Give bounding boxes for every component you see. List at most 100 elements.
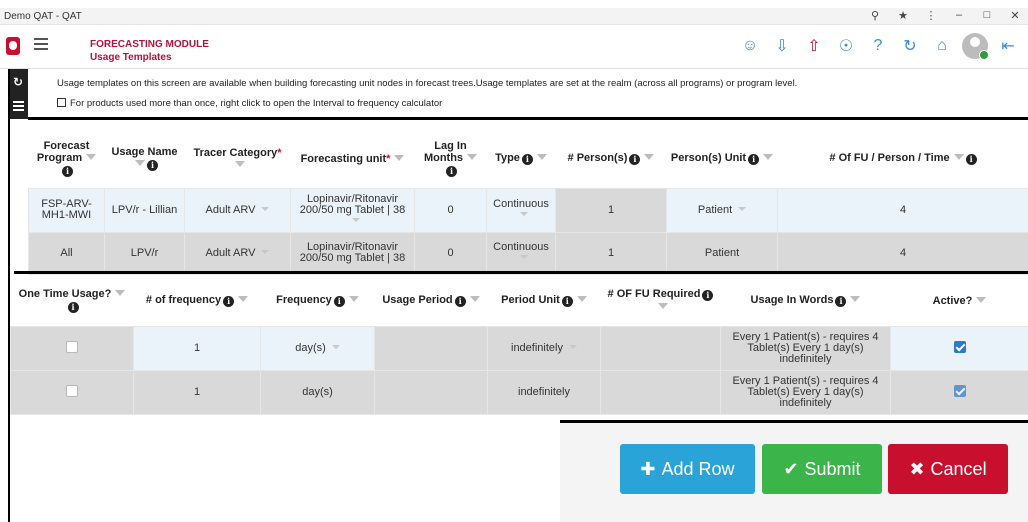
filter-icon[interactable] bbox=[576, 296, 587, 303]
help-icon[interactable]: ? bbox=[866, 34, 890, 58]
chevron-down-icon[interactable] bbox=[520, 212, 528, 216]
filter-icon[interactable] bbox=[644, 154, 655, 161]
minimize-icon[interactable]: – bbox=[952, 9, 966, 22]
filter-icon[interactable] bbox=[536, 154, 547, 161]
chevron-down-icon[interactable] bbox=[331, 344, 340, 349]
pin-icon[interactable]: ★ bbox=[896, 9, 910, 22]
user-guide-icon[interactable]: ☺ bbox=[738, 34, 762, 58]
menu-icon[interactable] bbox=[34, 38, 48, 50]
cell-usage-name[interactable]: LPV/r - Lillian bbox=[104, 187, 185, 233]
table-row[interactable]: 1 day(s) indefinitely Every 1 Patient(s)… bbox=[10, 369, 1028, 415]
cloud-download-icon[interactable]: ⇩ bbox=[770, 34, 794, 58]
filter-icon[interactable] bbox=[850, 296, 861, 303]
col-period-unit[interactable]: Period Unit i bbox=[488, 276, 601, 326]
col-tracer[interactable]: Tracer Category* bbox=[185, 130, 291, 188]
table-row[interactable]: All LPV/r Adult ARV Lopinavir/Ritonavir … bbox=[28, 231, 1028, 275]
cell-lag[interactable]: 0 bbox=[414, 187, 487, 233]
info-icon: i bbox=[147, 160, 158, 172]
divider bbox=[14, 271, 1028, 274]
cell-fu[interactable]: Lopinavir/Ritonavir 200/50 mg Tablet | 3… bbox=[290, 187, 415, 233]
info-icon: i bbox=[333, 296, 345, 308]
cell-type[interactable]: Continuous bbox=[486, 187, 556, 233]
filter-icon[interactable] bbox=[135, 160, 145, 167]
list-icon[interactable] bbox=[13, 101, 24, 111]
cancel-button[interactable]: ✖ Cancel bbox=[888, 444, 1008, 494]
one-time-checkbox[interactable] bbox=[66, 340, 78, 353]
cell-tracer[interactable]: Adult ARV bbox=[184, 187, 291, 233]
cell-one-time[interactable] bbox=[10, 325, 134, 371]
info-text-2-label: For products used more than once, right … bbox=[70, 98, 443, 109]
cell-program[interactable]: FSP-ARV-MH1-MWI bbox=[28, 187, 105, 233]
info-text-1: Usage templates on this screen are avail… bbox=[57, 78, 798, 89]
filter-icon[interactable] bbox=[763, 154, 774, 161]
logout-icon[interactable]: ⇤ bbox=[996, 34, 1020, 58]
col-usage-period[interactable]: Usage Period i bbox=[375, 276, 488, 326]
col-freq[interactable]: Frequency i bbox=[261, 276, 375, 326]
col-lag[interactable]: Lag In Monthsi bbox=[415, 130, 487, 188]
col-one-time[interactable]: One Time Usage?i bbox=[11, 276, 134, 326]
filter-icon[interactable] bbox=[238, 296, 249, 303]
window-controls: ⚲ ★ ⋮ – □ ✕ bbox=[868, 9, 1022, 22]
calculator-icon bbox=[57, 98, 66, 107]
qat-logo-icon[interactable] bbox=[6, 37, 20, 55]
col-type[interactable]: Type i bbox=[487, 130, 556, 188]
filter-icon[interactable] bbox=[394, 154, 405, 161]
col-usage-words[interactable]: Usage In Words i bbox=[721, 276, 891, 326]
chevron-down-icon[interactable] bbox=[351, 217, 360, 222]
cell-one-time bbox=[10, 369, 134, 415]
usage-detail-table: One Time Usage?i # of frequency i Frequen… bbox=[10, 276, 1028, 415]
avatar[interactable] bbox=[962, 33, 989, 60]
cell-active[interactable] bbox=[890, 325, 1028, 371]
cloud-upload-icon[interactable]: ⇧ bbox=[802, 34, 826, 58]
filter-icon[interactable] bbox=[657, 303, 668, 310]
chevron-down-icon[interactable] bbox=[261, 206, 270, 211]
table-row[interactable]: FSP-ARV-MH1-MWI LPV/r - Lillian Adult AR… bbox=[28, 187, 1028, 233]
filter-icon[interactable] bbox=[348, 296, 359, 303]
cell-person-unit[interactable]: Patient bbox=[666, 187, 778, 233]
col-active[interactable]: Active? bbox=[891, 276, 1028, 326]
filter-icon[interactable] bbox=[953, 154, 964, 161]
info-icon: i bbox=[223, 296, 235, 308]
col-persons[interactable]: # Person(s) i bbox=[556, 130, 667, 188]
filter-icon[interactable] bbox=[469, 296, 480, 303]
sync-icon[interactable]: ↻ bbox=[13, 75, 23, 89]
cell-period-unit: indefinitely bbox=[487, 369, 601, 415]
col-fu-per-person[interactable]: # Of FU / Person / Time i bbox=[778, 130, 1028, 188]
col-person-unit[interactable]: Person(s) Unit i bbox=[667, 130, 778, 188]
table-header-row: One Time Usage?i # of frequency i Frequen… bbox=[11, 276, 1028, 326]
cell-freq[interactable]: day(s) bbox=[260, 325, 375, 371]
chevron-down-icon bbox=[261, 249, 270, 254]
chevron-down-icon[interactable] bbox=[738, 206, 747, 211]
col-num-freq[interactable]: # of frequency i bbox=[134, 276, 261, 326]
more-icon[interactable]: ⋮ bbox=[924, 9, 938, 22]
table-row[interactable]: 1 day(s) indefinitely Every 1 Patient(s)… bbox=[10, 325, 1028, 371]
zoom-icon[interactable]: ⚲ bbox=[868, 9, 882, 22]
active-checkbox bbox=[953, 384, 966, 397]
filter-icon[interactable] bbox=[976, 296, 987, 303]
col-usage-name[interactable]: Usage Namei bbox=[105, 130, 185, 188]
submit-button[interactable]: ✔ Submit bbox=[762, 444, 882, 494]
filter-icon[interactable] bbox=[467, 154, 478, 161]
col-fu-required[interactable]: # OF FU Required i bbox=[601, 276, 721, 326]
window-title: Demo QAT - QAT bbox=[4, 11, 82, 22]
cell-person-unit: Patient bbox=[666, 231, 778, 275]
compass-icon[interactable]: ☉ bbox=[834, 34, 858, 58]
info-icon: i bbox=[62, 166, 73, 178]
cell-fu-per-person[interactable]: 4 bbox=[777, 187, 1028, 233]
maximize-icon[interactable]: □ bbox=[980, 9, 994, 22]
cell-num-freq[interactable]: 1 bbox=[133, 325, 261, 371]
filter-icon[interactable] bbox=[86, 154, 97, 161]
filter-icon[interactable] bbox=[234, 160, 245, 167]
close-icon[interactable]: ✕ bbox=[1008, 9, 1022, 22]
info-icon: i bbox=[629, 154, 641, 166]
cell-freq: day(s) bbox=[260, 369, 375, 415]
chevron-down-icon bbox=[520, 255, 528, 259]
home-icon[interactable]: ⌂ bbox=[930, 34, 954, 58]
add-row-button[interactable]: ✚ Add Row bbox=[620, 444, 755, 494]
col-fu[interactable]: Forecasting unit* bbox=[291, 130, 415, 188]
active-checkbox[interactable] bbox=[953, 340, 966, 353]
refresh-icon[interactable]: ↻ bbox=[898, 34, 922, 58]
cell-usage-words: Every 1 Patient(s) - requires 4 Tablet(s… bbox=[720, 369, 891, 415]
col-program[interactable]: Forecast Programi bbox=[29, 130, 105, 188]
filter-icon[interactable] bbox=[115, 290, 126, 297]
